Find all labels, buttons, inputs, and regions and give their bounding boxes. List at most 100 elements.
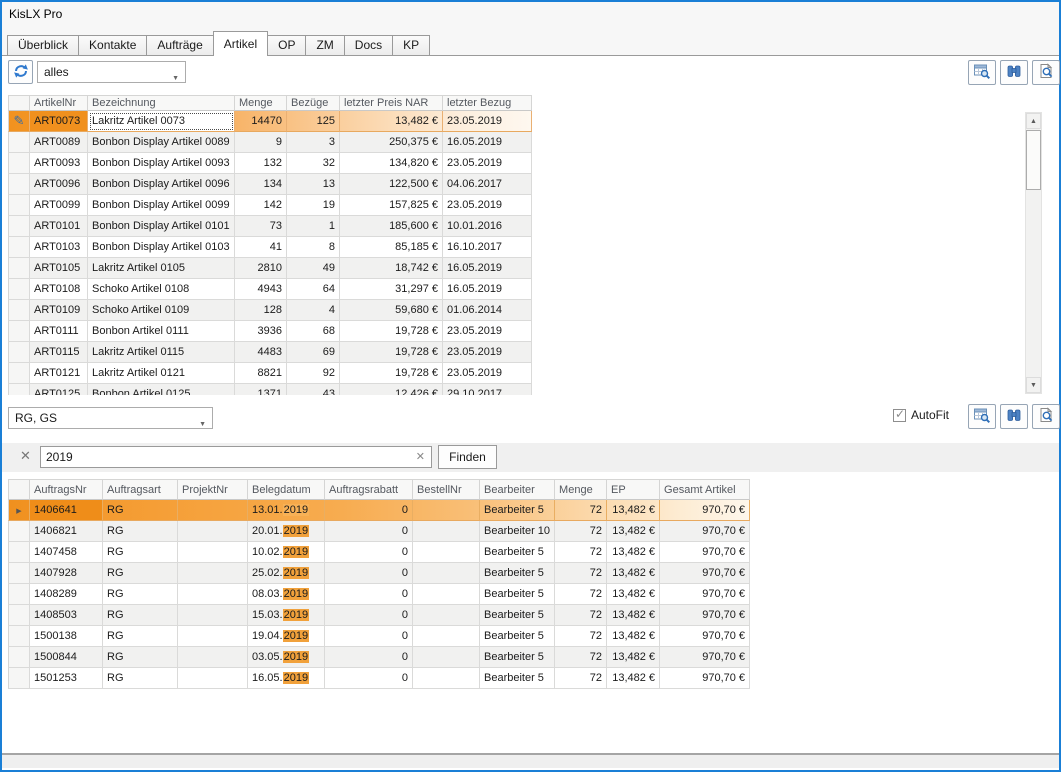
grid-column-search-button[interactable] <box>968 404 996 429</box>
grid-cell[interactable]: 13,482 € <box>340 111 443 132</box>
grid-row[interactable]: 1407458RG10.02.20190Bearbeiter 57213,482… <box>8 542 750 563</box>
row-indicator-cell[interactable] <box>8 216 30 237</box>
grid-cell[interactable]: 72 <box>555 521 607 542</box>
grid-cell[interactable]: 1500138 <box>30 626 103 647</box>
column-header-menge[interactable]: Menge <box>235 95 287 111</box>
row-indicator-cell[interactable] <box>8 195 30 216</box>
grid-cell[interactable]: Lakritz Artikel 0121 <box>88 363 235 384</box>
grid-cell[interactable]: 29.10.2017 <box>443 384 532 395</box>
grid-cell[interactable]: Lakritz Artikel 0073 <box>88 111 235 132</box>
grid-cell[interactable]: 4 <box>287 300 340 321</box>
grid-cell[interactable]: 64 <box>287 279 340 300</box>
grid-cell[interactable]: 1501253 <box>30 668 103 689</box>
grid-cell[interactable]: 125 <box>287 111 340 132</box>
grid-cell[interactable]: RG <box>103 521 178 542</box>
grid-cell[interactable]: RG <box>103 584 178 605</box>
grid-column-search-button[interactable] <box>968 60 996 85</box>
grid-cell[interactable]: 19 <box>287 195 340 216</box>
grid-cell[interactable]: 01.06.2014 <box>443 300 532 321</box>
grid-cell[interactable]: 19,728 € <box>340 342 443 363</box>
grid-row[interactable]: ART0109Schoko Artikel 0109128459,680 €01… <box>8 300 532 321</box>
grid-cell[interactable]: 970,70 € <box>660 542 750 563</box>
binoculars-find-button[interactable] <box>1000 60 1028 85</box>
row-indicator-cell[interactable] <box>8 258 30 279</box>
grid-cell[interactable]: 3 <box>287 132 340 153</box>
grid-cell[interactable]: Bonbon Display Artikel 0093 <box>88 153 235 174</box>
grid-cell[interactable]: 13,482 € <box>607 605 660 626</box>
row-indicator-cell[interactable] <box>8 174 30 195</box>
grid-cell[interactable]: 73 <box>235 216 287 237</box>
grid-cell[interactable]: Bearbeiter 5 <box>480 605 555 626</box>
row-indicator-cell[interactable] <box>8 153 30 174</box>
grid-cell[interactable]: 1408503 <box>30 605 103 626</box>
grid-cell[interactable]: 16.05.2019 <box>248 668 325 689</box>
grid-cell[interactable] <box>413 668 480 689</box>
row-indicator-cell[interactable] <box>8 563 30 584</box>
row-indicator-cell[interactable] <box>8 321 30 342</box>
article-filter-combo[interactable]: alles ▼ <box>37 61 186 83</box>
grid-row[interactable]: ART0096Bonbon Display Artikel 0096134131… <box>8 174 532 195</box>
grid-row[interactable]: 1500844RG03.05.20190Bearbeiter 57213,482… <box>8 647 750 668</box>
grid-cell[interactable]: Bearbeiter 5 <box>480 668 555 689</box>
tab-op[interactable]: OP <box>267 35 306 56</box>
grid-row[interactable]: ART0121Lakritz Artikel 012188219219,728 … <box>8 363 532 384</box>
column-header-letzter-preis-nar[interactable]: letzter Preis NAR <box>340 95 443 111</box>
grid-cell[interactable] <box>178 647 248 668</box>
grid-cell[interactable]: 23.05.2019 <box>443 111 532 132</box>
grid-cell[interactable]: 970,70 € <box>660 563 750 584</box>
row-indicator-cell[interactable] <box>8 384 30 395</box>
grid-cell[interactable]: 13,482 € <box>607 668 660 689</box>
column-header-auftragsnr[interactable]: AuftragsNr <box>30 479 103 500</box>
grid-cell[interactable] <box>413 563 480 584</box>
column-header-belegdatum[interactable]: Belegdatum <box>248 479 325 500</box>
grid-cell[interactable]: 142 <box>235 195 287 216</box>
grid-row[interactable]: ART0125Bonbon Artikel 012513714312,426 €… <box>8 384 532 395</box>
row-indicator-cell[interactable] <box>8 237 30 258</box>
grid-cell[interactable]: 122,500 € <box>340 174 443 195</box>
grid-cell[interactable] <box>178 605 248 626</box>
grid-cell[interactable] <box>178 542 248 563</box>
grid-cell[interactable] <box>178 563 248 584</box>
grid-cell[interactable]: 1 <box>287 216 340 237</box>
grid-cell[interactable]: 23.05.2019 <box>443 363 532 384</box>
grid-cell[interactable]: Bearbeiter 10 <box>480 521 555 542</box>
grid-cell[interactable]: 59,680 € <box>340 300 443 321</box>
grid-cell[interactable]: 23.05.2019 <box>443 321 532 342</box>
grid-cell[interactable]: 72 <box>555 647 607 668</box>
grid-cell[interactable]: 23.05.2019 <box>443 195 532 216</box>
grid-cell[interactable]: 13,482 € <box>607 542 660 563</box>
grid-row[interactable]: 1406821RG20.01.20190Bearbeiter 107213,48… <box>8 521 750 542</box>
grid-cell[interactable]: 31,297 € <box>340 279 443 300</box>
grid-row[interactable]: ✎ART0073Lakritz Artikel 00731447012513,4… <box>8 111 532 132</box>
tab-artikel[interactable]: Artikel <box>213 31 268 56</box>
scrollbar-down-button[interactable]: ▼ <box>1026 377 1041 393</box>
grid-cell[interactable]: 10.02.2019 <box>248 542 325 563</box>
column-header-bearbeiter[interactable]: Bearbeiter <box>480 479 555 500</box>
tab-aufträge[interactable]: Aufträge <box>146 35 213 56</box>
grid-row[interactable]: 1500138RG19.04.20190Bearbeiter 57213,482… <box>8 626 750 647</box>
grid-row[interactable]: ART0103Bonbon Display Artikel 010341885,… <box>8 237 532 258</box>
grid-cell[interactable]: 16.10.2017 <box>443 237 532 258</box>
grid-row[interactable]: ART0115Lakritz Artikel 011544836919,728 … <box>8 342 532 363</box>
grid-row[interactable]: 1408503RG15.03.20190Bearbeiter 57213,482… <box>8 605 750 626</box>
grid-cell[interactable]: 0 <box>325 521 413 542</box>
grid-cell[interactable]: 25.02.2019 <box>248 563 325 584</box>
column-header-bezeichnung[interactable]: Bezeichnung <box>88 95 235 111</box>
grid-cell[interactable]: Bonbon Display Artikel 0089 <box>88 132 235 153</box>
grid-row[interactable]: ▶1406641RG13.01.20190Bearbeiter 57213,48… <box>8 500 750 521</box>
grid-cell[interactable]: 92 <box>287 363 340 384</box>
tab-zm[interactable]: ZM <box>305 35 344 56</box>
grid-cell[interactable] <box>413 584 480 605</box>
grid-cell[interactable]: Bearbeiter 5 <box>480 563 555 584</box>
grid-cell[interactable] <box>178 521 248 542</box>
grid-cell[interactable]: ART0093 <box>30 153 88 174</box>
grid-cell[interactable]: 72 <box>555 584 607 605</box>
column-header-bez-ge[interactable]: Bezüge <box>287 95 340 111</box>
grid-cell[interactable]: 03.05.2019 <box>248 647 325 668</box>
grid-cell[interactable]: ART0125 <box>30 384 88 395</box>
grid-cell[interactable]: 970,70 € <box>660 584 750 605</box>
row-indicator-cell[interactable] <box>8 542 30 563</box>
grid-cell[interactable]: 128 <box>235 300 287 321</box>
grid-cell[interactable]: RG <box>103 542 178 563</box>
grid-cell[interactable]: 8821 <box>235 363 287 384</box>
